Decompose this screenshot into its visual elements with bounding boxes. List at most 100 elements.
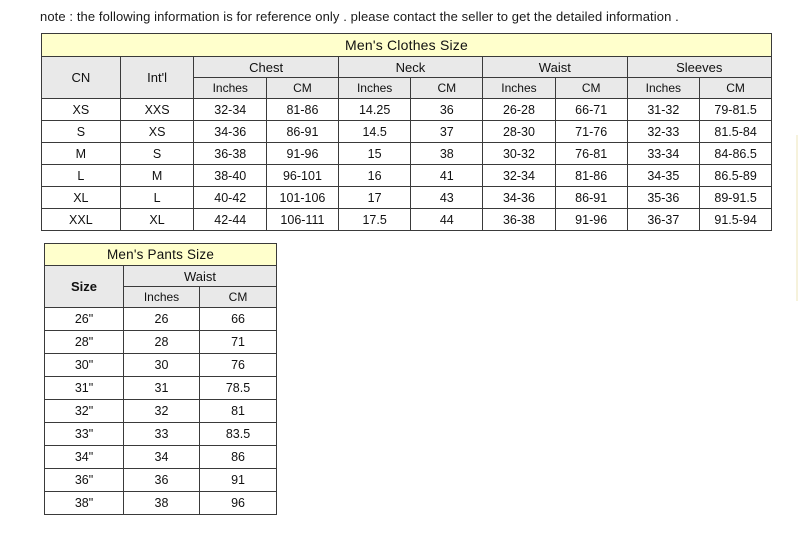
clothes_table-cell: 86.5-89 [699, 164, 772, 187]
clothes_table-cell: 41 [410, 164, 484, 187]
sub-header-waist-inches: Inches [482, 77, 556, 99]
clothes_table-cell: 14.5 [337, 120, 412, 143]
sub-header-sleeves-inches: Inches [626, 77, 701, 99]
table-row: 30" 30 76 [44, 353, 278, 377]
column-header-neck: Neck [337, 56, 484, 78]
pants_table-cell: 36" [44, 468, 124, 492]
clothes_table-cell: 31-32 [626, 98, 701, 121]
clothes_table-cell: 89-91.5 [699, 186, 772, 209]
clothes_table-cell: 81-86 [266, 98, 339, 121]
clothes_table-cell: XS [119, 120, 195, 143]
clothes_table-cell: 28-30 [482, 120, 556, 143]
pants_table-cell: 30" [44, 353, 124, 377]
column-header-size: Size [44, 265, 124, 308]
table-row: 26" 26 66 [44, 307, 278, 331]
clothes_table-cell: XXL [41, 208, 121, 231]
column-header-waist: Waist [482, 56, 628, 78]
table-row: M S 36-38 91-96 15 38 30-32 76-81 33-34 84-86.5 [41, 142, 772, 165]
sub-header-chest-inches: Inches [193, 77, 268, 99]
pants-table-title: Men's Pants Size [43, 243, 278, 266]
clothes_table-cell: S [119, 142, 195, 165]
pants_table-cell: 38" [44, 491, 124, 515]
pants_table-cell: 78.5 [198, 376, 278, 400]
clothes_table-cell: 32-34 [193, 98, 268, 121]
clothes_table-cell: 86-91 [554, 186, 628, 209]
clothes_table-cell: L [41, 164, 121, 187]
clothes_table-cell: 15 [337, 142, 412, 165]
clothes_table-cell: 79-81.5 [699, 98, 772, 121]
pants_table-cell: 34" [44, 445, 124, 469]
pants_table-cell: 91 [198, 468, 278, 492]
pants_table-cell: 32" [44, 399, 124, 423]
clothes_table-cell: XL [119, 208, 195, 231]
pants_table-cell: 34 [123, 445, 200, 469]
clothes_table-cell: 14.25 [337, 98, 412, 121]
clothes_table-cell: 37 [410, 120, 484, 143]
clothes_table-cell: 91.5-94 [699, 208, 772, 231]
clothes_table-cell: M [119, 164, 195, 187]
table-row: XS XXS 32-34 81-86 14.25 36 26-28 66-71 31-32 79-… [41, 98, 772, 121]
table-row: 33" 33 83.5 [44, 422, 278, 446]
clothes_table-cell: 81-86 [554, 164, 628, 187]
clothes_table-cell: 36-38 [482, 208, 556, 231]
clothes-table-title: Men's Clothes Size [41, 33, 772, 57]
clothes_table-cell: 40-42 [193, 186, 268, 209]
pants_table-cell: 26" [44, 307, 124, 331]
table-row: XXL XL 42-44 106-111 17.5 44 36-38 91-96 36-37 91… [41, 208, 772, 231]
pants_table-cell: 81 [198, 399, 278, 423]
clothes_table-cell: 34-35 [626, 164, 701, 187]
clothes_table-cell: 81.5-84 [699, 120, 772, 143]
clothes_table-cell: 16 [337, 164, 412, 187]
table-row: 32" 32 81 [44, 399, 278, 423]
clothes_table-cell: 86-91 [266, 120, 339, 143]
table-row: 28" 28 71 [44, 330, 278, 354]
clothes_table-cell: 44 [410, 208, 484, 231]
column-header-waist: Waist [122, 265, 278, 287]
clothes_table-cell: 38-40 [193, 164, 268, 187]
sub-header-pants-waist-inches: Inches [123, 286, 200, 308]
clothes_table-cell: 36 [410, 98, 484, 121]
pants_table-cell: 83.5 [198, 422, 278, 446]
sub-header-neck-inches: Inches [337, 77, 412, 99]
clothes_table-cell: 43 [410, 186, 484, 209]
table-row: 34" 34 86 [44, 445, 278, 469]
clothes_table-cell: 76-81 [554, 142, 628, 165]
clothes_table-cell: 106-111 [266, 208, 339, 231]
pants-group-header-row: Size Waist [44, 265, 278, 308]
clothes_table-cell: 32-33 [626, 120, 701, 143]
clothes_table-cell: M [41, 142, 121, 165]
sub-header-pants-waist-cm: CM [198, 286, 278, 308]
clothes_table-cell: 33-34 [626, 142, 701, 165]
scan-edge-artifact [796, 135, 798, 301]
column-header-sleeves: Sleeves [626, 56, 772, 78]
clothes-table-body: XS XXS 32-34 81-86 14.25 36 26-28 66-71 31-32 79-… [41, 98, 772, 231]
clothes_table-cell: 96-101 [266, 164, 339, 187]
sub-header-sleeves-cm: CM [699, 77, 772, 99]
clothes_table-cell: 91-96 [554, 208, 628, 231]
clothes_table-cell: 36-38 [193, 142, 268, 165]
clothes_table-cell: S [41, 120, 121, 143]
clothes_table-cell: XL [41, 186, 121, 209]
clothes_table-cell: 66-71 [554, 98, 628, 121]
clothes_table-cell: 30-32 [482, 142, 556, 165]
clothes_table-cell: 42-44 [193, 208, 268, 231]
sub-header-chest-cm: CM [266, 77, 339, 99]
clothes_table-cell: XXS [119, 98, 195, 121]
clothes_table-cell: 32-34 [482, 164, 556, 187]
clothes_table-cell: 38 [410, 142, 484, 165]
clothes-title-row: Men's Clothes Size [41, 33, 772, 57]
pants_table-cell: 33 [123, 422, 200, 446]
pants_table-cell: 38 [123, 491, 200, 515]
clothes-group-header-row: CN Int'l Chest Neck Waist Sleeves [41, 56, 772, 99]
pants-table-body: 26" 26 66 28" 28 71 30" 30 76 31" 31 78.5 32" 32 81 33"… [44, 307, 278, 515]
sub-header-neck-cm: CM [410, 77, 484, 99]
pants_table-cell: 28" [44, 330, 124, 354]
table-row: XL L 40-42 101-106 17 43 34-36 86-91 35-36 89-91.… [41, 186, 772, 209]
column-header-cn: CN [41, 56, 121, 99]
clothes_table-cell: 34-36 [482, 186, 556, 209]
clothes_table-cell: 35-36 [626, 186, 701, 209]
pants_table-cell: 30 [123, 353, 200, 377]
clothes_table-cell: 71-76 [554, 120, 628, 143]
table-row: 31" 31 78.5 [44, 376, 278, 400]
column-header-intl: Int'l [119, 56, 195, 99]
